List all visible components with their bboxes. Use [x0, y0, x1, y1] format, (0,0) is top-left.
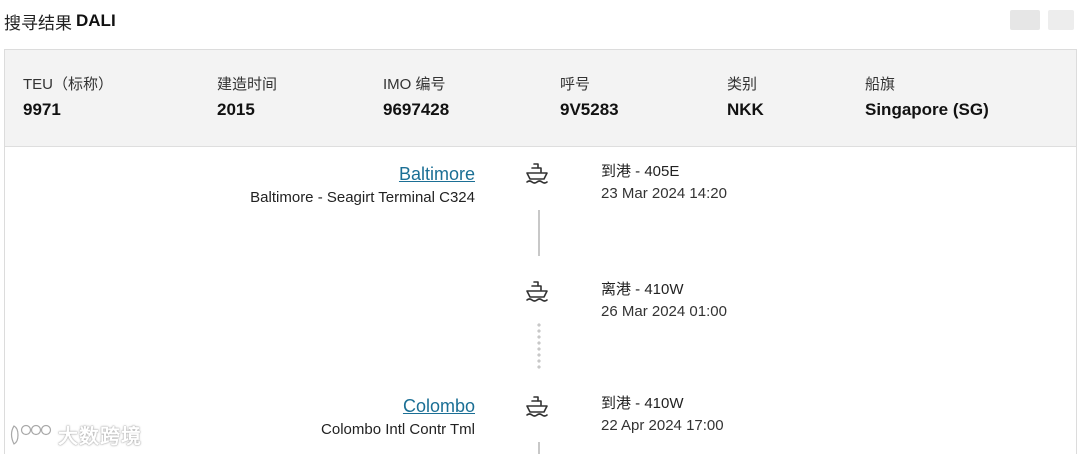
event-time: 26 Mar 2024 01:00 [601, 303, 727, 320]
call-sign-value: 9V5283 [560, 100, 619, 119]
event-type: 到港 - 410W [601, 395, 684, 412]
class-value: NKK [727, 100, 764, 119]
port-link-baltimore[interactable]: Baltimore [250, 163, 475, 185]
call-sign-label: 呼号 [560, 76, 591, 93]
vessel-name: DALI [76, 11, 116, 30]
ship-icon [524, 393, 550, 419]
flag-label: 船旗 [865, 76, 896, 93]
summary-teu: TEU（标称） 9971 [23, 76, 113, 120]
timeline-connector-dotted [537, 322, 541, 370]
imo-value: 9697428 [383, 100, 450, 119]
ship-icon [524, 160, 550, 186]
build-year-label: 建造时间 [217, 76, 278, 93]
teu-label: TEU（标称） [23, 76, 114, 93]
imo-label: IMO 编号 [383, 76, 446, 93]
summary-flag: 船旗 Singapore (SG) [865, 76, 989, 120]
terminal-name: Colombo Intl Contr Tml [321, 421, 475, 438]
summary-class: 类别 NKK [727, 76, 764, 120]
flag-value: Singapore (SG) [865, 100, 989, 119]
class-label: 类别 [727, 76, 758, 93]
watermark-text: 大数跨境 [58, 426, 142, 448]
ship-icon [524, 278, 550, 304]
teu-value: 9971 [23, 100, 61, 119]
terminal-name: Baltimore - Seagirt Terminal C324 [250, 189, 475, 206]
timeline-connector-solid [538, 442, 540, 454]
summary-imo: IMO 编号 9697428 [383, 76, 449, 120]
build-year-value: 2015 [217, 100, 255, 119]
blurred-header-actions [1010, 10, 1074, 30]
results-prefix: 搜寻结果 [4, 13, 72, 33]
event-type: 离港 - 410W [601, 281, 684, 298]
search-results-page: 搜寻结果 DALI TEU（标称） 9971 建造时间 2015 IMO 编号 … [0, 0, 1080, 454]
event-baltimore-arrival: 到港 - 405E 23 Mar 2024 14:20 [601, 163, 727, 203]
stop-baltimore: Baltimore Baltimore - Seagirt Terminal C… [250, 163, 475, 207]
event-time: 22 Apr 2024 17:00 [601, 417, 724, 434]
event-type: 到港 - 405E [601, 163, 680, 180]
summary-call-sign: 呼号 9V5283 [560, 76, 619, 120]
summary-build-year: 建造时间 2015 [217, 76, 277, 120]
blurred-action-2 [1048, 10, 1074, 30]
stop-colombo: Colombo Colombo Intl Contr Tml [321, 395, 475, 439]
event-baltimore-departure: 离港 - 410W 26 Mar 2024 01:00 [601, 281, 727, 321]
event-time: 23 Mar 2024 14:20 [601, 185, 727, 202]
watermark-logo-icon [10, 424, 52, 445]
page-title: 搜寻结果 DALI [4, 8, 116, 34]
blurred-action-1 [1010, 10, 1040, 30]
vessel-summary: TEU（标称） 9971 建造时间 2015 IMO 编号 9697428 呼号… [5, 50, 1076, 147]
timeline-connector-solid [538, 210, 540, 256]
event-colombo-arrival: 到港 - 410W 22 Apr 2024 17:00 [601, 395, 724, 435]
port-link-colombo[interactable]: Colombo [321, 395, 475, 417]
watermark: 大数跨境 [8, 420, 142, 449]
